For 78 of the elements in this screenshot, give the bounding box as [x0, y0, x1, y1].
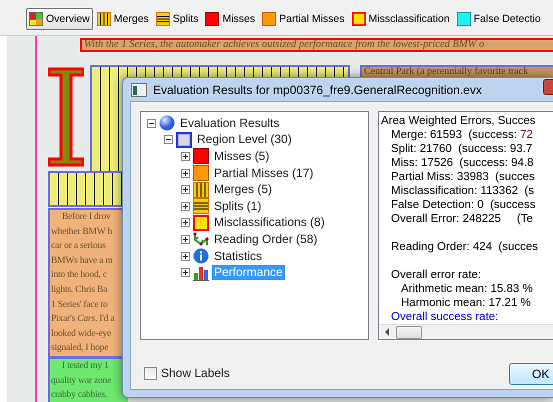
text-line: into the hood, c: [50, 269, 108, 282]
toolbar-button[interactable]: Missclassification: [348, 8, 453, 30]
results-text: Harmonic mean: 17.21 %: [400, 296, 532, 310]
toolbar-button[interactable]: Misses: [202, 8, 258, 30]
toolbar-button[interactable]: Splits: [152, 8, 202, 30]
split-icon: [156, 12, 170, 26]
results-text: Partial Miss: 33983 (succes: [390, 170, 536, 184]
text-line: crabby cabbies.: [50, 389, 108, 402]
misclassification-icon: [352, 12, 366, 26]
miss-icon: [193, 148, 209, 164]
toolbar-button[interactable]: False Detectio: [454, 8, 544, 30]
tree-item[interactable]: Partial Misses (17): [212, 166, 316, 181]
results-text: False Detection: 0 (success: [390, 198, 536, 212]
ok-button[interactable]: OK: [509, 363, 553, 385]
overview-icon: [29, 12, 43, 26]
results-text: Misclassification: 113362 (s: [390, 184, 535, 198]
tree-item[interactable]: Merges (5): [212, 182, 274, 198]
results-text: Split: 21760 (success: 93.7: [390, 142, 534, 156]
results-text: Overall Error: 248225 (Te: [390, 212, 534, 226]
false-detection-icon: [456, 12, 471, 26]
collapse-toggle[interactable]: [164, 135, 173, 144]
toolbar-button[interactable]: Overview: [26, 8, 93, 30]
close-button[interactable]: [543, 79, 553, 95]
scroll-thumb[interactable]: [396, 326, 422, 338]
checkbox[interactable]: [144, 366, 157, 380]
expand-toggle[interactable]: [181, 252, 190, 261]
expand-toggle[interactable]: [181, 268, 190, 278]
tree-item[interactable]: Reading Order (58): [212, 232, 320, 247]
tree-item[interactable]: Region Level (30): [195, 132, 294, 148]
text-line: car or a serious: [50, 240, 107, 254]
text-line: signaled, I hope: [50, 342, 110, 356]
reading-order-icon: [193, 231, 209, 248]
globe-icon: [159, 115, 175, 132]
text-line: BMWs have a m: [50, 254, 114, 268]
results-text: Reading Order: 424 (succes: [390, 240, 540, 254]
expand-toggle[interactable]: [181, 234, 190, 244]
results-link[interactable]: Overall success rate:: [381, 310, 553, 324]
partial-miss-icon: [262, 12, 276, 26]
results-text: Miss: 17526 (success: 94.8: [390, 156, 535, 170]
tree-item[interactable]: Splits (1): [212, 198, 264, 214]
text-line: lights. Chris Ba: [50, 284, 108, 297]
misclassification-icon: [193, 214, 209, 231]
expand-toggle[interactable]: [181, 168, 190, 178]
text-line: I tested my 1: [61, 360, 110, 373]
text-line: looked wide-eye: [50, 328, 112, 341]
expand-toggle[interactable]: [181, 202, 190, 211]
expand-toggle[interactable]: [181, 152, 190, 161]
merge-icon: [193, 182, 209, 198]
tree-item[interactable]: Evaluation Results: [178, 116, 282, 131]
text-line: whether BMW h: [50, 226, 114, 239]
text-line: quality war zone: [50, 374, 112, 388]
results-text: Overall error rate:: [390, 268, 482, 282]
results-text: Area Weighted Errors, Succes: [381, 114, 536, 128]
bar-chart-icon: [193, 264, 209, 281]
text-line: Pixar's Cars. I'd a: [50, 313, 116, 326]
miss-icon: [205, 12, 220, 26]
partial-miss-icon: [193, 165, 209, 182]
split-icon: [193, 198, 209, 214]
collapse-toggle[interactable]: [147, 118, 156, 128]
info-icon: [193, 248, 209, 264]
expand-toggle[interactable]: [181, 185, 190, 194]
toolbar-button[interactable]: Merges: [94, 8, 152, 30]
tree-item[interactable]: Statistics: [212, 248, 264, 264]
text-line: 1 Series' face to: [50, 298, 109, 312]
scroll-left-icon: [384, 328, 390, 336]
region-icon: [176, 132, 192, 148]
results-text: Arithmetic mean: 15.83 %: [400, 282, 534, 296]
window-icon: [131, 82, 147, 96]
expand-toggle[interactable]: [181, 218, 190, 228]
toolbar-button[interactable]: Partial Misses: [259, 8, 348, 30]
results-text: Merge: 61593 (success: 72: [390, 128, 534, 142]
text-line: Before I drov: [61, 211, 112, 224]
merge-icon: [96, 12, 111, 26]
checkbox-label: Show Labels: [161, 365, 230, 382]
tree-item[interactable]: Misclassifications (8): [212, 215, 327, 230]
window-title: Evaluation Results for mp00376_fre9.GeneralRecognition.evx: [153, 82, 482, 98]
tree-item[interactable]: Misses (5): [212, 148, 272, 164]
horizontal-scrollbar[interactable]: [379, 324, 553, 339]
